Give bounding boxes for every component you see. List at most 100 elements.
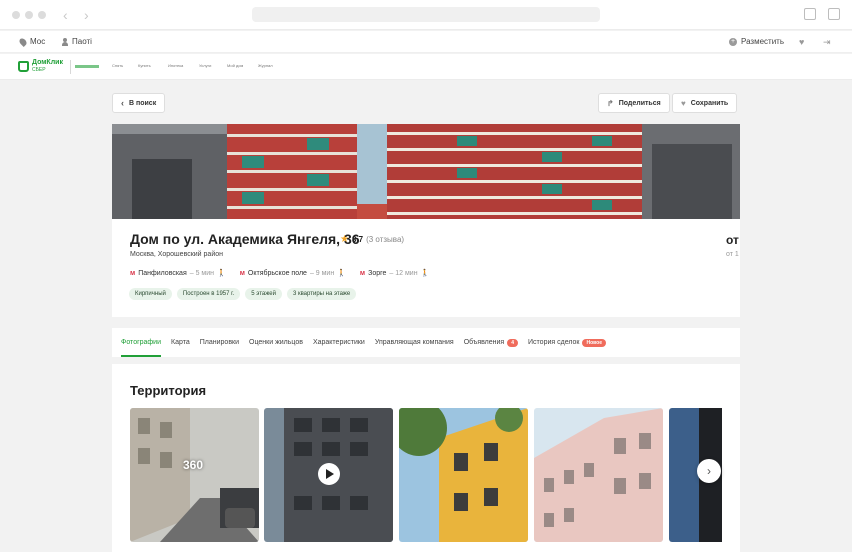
walking-icon: 🚶 — [217, 270, 226, 277]
panorama-360-icon: 360 — [183, 458, 203, 472]
metro-name: Панфиловская — [138, 269, 187, 277]
reviews-count[interactable]: (3 отзыва) — [366, 235, 404, 244]
building-hero-photo[interactable] — [112, 124, 740, 219]
gallery-next-button[interactable]: › — [697, 459, 721, 483]
tab-label: Карта — [171, 339, 190, 346]
menu-item-journal[interactable]: Журнал — [258, 63, 273, 68]
tab-listings[interactable]: Объявления 4 — [463, 328, 519, 357]
metro-list: ᴍ Панфиловская – 5 мин 🚶 ᴍ Октябрьское п… — [130, 269, 430, 278]
yellow-building-photo — [399, 408, 528, 542]
metro-icon: ᴍ — [130, 269, 136, 277]
house-tags: Кирпичный Построен в 1957 г. 5 этажей 3 … — [129, 288, 357, 300]
browser-forward-icon[interactable]: › — [84, 7, 89, 23]
login-label: Паоті — [72, 37, 92, 46]
location-pin-icon — [18, 36, 28, 47]
tab-label: Фотографии — [121, 339, 162, 346]
metro-time: – 12 мин — [389, 269, 418, 277]
window-close-dot[interactable] — [12, 11, 20, 19]
logo-sub: СБЕР — [32, 67, 46, 73]
tag-apartments: 3 квартиры на этаже — [286, 288, 357, 300]
tab-label: Планировки — [199, 339, 240, 346]
play-icon[interactable] — [318, 463, 340, 485]
tab-label: История сделок — [528, 339, 580, 346]
tab-label: Характеристики — [312, 339, 365, 346]
star-icon: ★ — [340, 234, 349, 245]
metro-name: Октябрьское поле — [247, 269, 307, 277]
street-photo — [130, 408, 259, 542]
section-tabs: Фотографии Карта Планировки Оценки жильц… — [112, 328, 740, 357]
metro-time: – 5 мин — [189, 269, 215, 277]
metro-station: ᴍ Панфиловская – 5 мин 🚶 — [130, 269, 226, 278]
house-info-card: Дом по ул. Академика Янгеля, 36 ★ 3.7 (3… — [112, 219, 740, 317]
video-thumb[interactable] — [264, 408, 393, 542]
tab-management-company[interactable]: Управляющая компания — [375, 328, 454, 357]
house-title: Дом по ул. Академика Янгеля, 36 — [130, 231, 360, 247]
gallery-title: Территория — [130, 383, 207, 398]
tabs-overview-icon[interactable] — [828, 8, 840, 20]
share-button[interactable]: ↱ Поделиться — [598, 93, 670, 113]
metro-name: Зорге — [368, 269, 387, 277]
favorites-heart-icon[interactable]: ♥ — [799, 37, 804, 47]
gallery-edge-fade — [722, 404, 740, 552]
tab-deal-history[interactable]: История сделок Новое — [528, 328, 606, 357]
tab-photos[interactable]: Фотографии — [121, 328, 162, 357]
house-rating[interactable]: ★ 3.7 (3 отзыва) — [340, 234, 404, 245]
tab-label: Объявления — [463, 339, 505, 346]
login-link[interactable]: Паоті — [62, 37, 92, 46]
tag-material: Кирпичный — [129, 288, 172, 300]
menu-item-buy[interactable]: Купить — [138, 63, 151, 68]
chevron-left-icon: ‹ — [121, 98, 124, 108]
menu-item-services[interactable]: Услуги — [199, 63, 211, 68]
city-selector[interactable]: Мос — [18, 36, 46, 47]
city-label: Мос — [30, 37, 46, 46]
save-label: Сохранить — [690, 99, 729, 107]
tag-year: Построен в 1957 г. — [176, 288, 241, 300]
metro-time: – 9 мин — [309, 269, 335, 277]
photo-thumb[interactable] — [534, 408, 663, 542]
browser-toolbar: ‹ › — [0, 0, 852, 30]
listings-count-badge: 4 — [507, 338, 519, 347]
pink-building-photo — [534, 408, 663, 542]
tab-label: Оценки жильцов — [249, 339, 303, 346]
logout-icon[interactable]: ⇥ — [823, 37, 831, 48]
heart-icon: ♥ — [681, 98, 686, 108]
menu-item-mortgage[interactable]: Ипотека — [168, 63, 183, 68]
new-badge: Новое — [582, 338, 606, 347]
main-navbar: ДомКлик СБЕР Снять Купить Ипотека Услуги… — [0, 54, 852, 80]
place-ad-button[interactable]: + Разместить — [729, 37, 784, 46]
tab-resident-ratings[interactable]: Оценки жильцов — [249, 328, 303, 357]
domclick-logo[interactable]: ДомКлик СБЕР — [18, 59, 63, 73]
share-label: Поделиться — [618, 99, 661, 107]
price-subtext: от 1 — [726, 251, 739, 258]
photo-thumb[interactable] — [399, 408, 528, 542]
share-browser-icon[interactable] — [804, 8, 816, 20]
metro-station: ᴍ Октябрьское поле – 9 мин 🚶 — [240, 269, 346, 278]
panorama-360-thumb[interactable]: 360 — [130, 408, 259, 542]
browser-back-icon[interactable]: ‹ — [63, 7, 68, 23]
house-logo-icon — [18, 60, 29, 72]
tab-label: Управляющая компания — [374, 339, 454, 346]
window-minimize-dot[interactable] — [25, 11, 33, 19]
logo-divider — [70, 60, 71, 74]
address-bar[interactable] — [252, 7, 600, 22]
menu-item-my-home[interactable]: Мой дом — [227, 63, 243, 68]
plus-circle-icon: + — [729, 37, 737, 46]
back-to-search-button[interactable]: ‹ В поиск — [112, 93, 166, 113]
tab-characteristics[interactable]: Характеристики — [313, 328, 365, 357]
save-button[interactable]: ♥ Сохранить — [672, 93, 738, 113]
price-heading: от — [726, 233, 739, 247]
panorama-label: 360 — [183, 458, 204, 472]
site-topbar: Мос Паоті + Разместить ♥ ⇥ — [0, 31, 852, 53]
window-maximize-dot[interactable] — [38, 11, 46, 19]
building-photo-illustration — [112, 124, 740, 219]
tab-layouts[interactable]: Планировки — [200, 328, 239, 357]
walking-icon: 🚶 — [420, 270, 430, 277]
user-icon — [62, 37, 68, 46]
menu-item-rent[interactable]: Снять — [112, 63, 123, 68]
rating-value: 3.7 — [351, 235, 364, 244]
share-arrow-icon: ↱ — [607, 98, 614, 108]
walking-icon: 🚶 — [337, 270, 346, 277]
logo-tagline — [75, 65, 99, 68]
house-address: Москва, Хорошевский район — [130, 251, 223, 258]
tab-map[interactable]: Карта — [171, 328, 190, 357]
